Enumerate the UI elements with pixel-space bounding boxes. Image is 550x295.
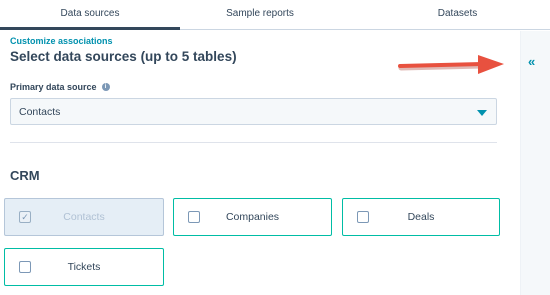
tile-label-companies: Companies bbox=[225, 211, 280, 223]
red-arrow-annotation bbox=[398, 55, 504, 74]
active-tab-indicator bbox=[0, 27, 180, 30]
primary-data-source-label: Primary data source i bbox=[10, 82, 110, 92]
chevron-down-icon bbox=[477, 110, 487, 116]
tile-label-tickets: Tickets bbox=[67, 261, 101, 273]
customize-associations-link[interactable]: Customize associations bbox=[10, 36, 113, 46]
tile-deals[interactable]: Deals bbox=[342, 198, 500, 236]
page-title: Select data sources (up to 5 tables) bbox=[10, 49, 237, 64]
tab-bar: Data sources Sample reports Datasets bbox=[0, 0, 550, 30]
primary-data-source-select[interactable]: Contacts bbox=[10, 98, 497, 125]
primary-data-source-label-text: Primary data source bbox=[10, 82, 97, 92]
primary-data-source-value: Contacts bbox=[19, 106, 61, 118]
collapsed-side-panel bbox=[520, 31, 550, 295]
divider bbox=[10, 142, 497, 143]
tab-datasets[interactable]: Datasets bbox=[365, 0, 550, 30]
info-icon[interactable]: i bbox=[101, 83, 110, 91]
tile-label-deals: Deals bbox=[407, 211, 435, 223]
tile-label-contacts: Contacts bbox=[63, 211, 105, 223]
tile-tickets[interactable]: Tickets bbox=[4, 248, 164, 286]
tile-companies[interactable]: Companies bbox=[173, 198, 332, 236]
crm-section-title: CRM bbox=[10, 168, 40, 183]
tab-data-sources[interactable]: Data sources bbox=[0, 0, 180, 30]
double-chevron-left-icon[interactable]: « bbox=[528, 54, 535, 69]
tab-sample-reports[interactable]: Sample reports bbox=[180, 0, 340, 30]
tile-contacts[interactable]: ✓ Contacts bbox=[4, 198, 164, 236]
